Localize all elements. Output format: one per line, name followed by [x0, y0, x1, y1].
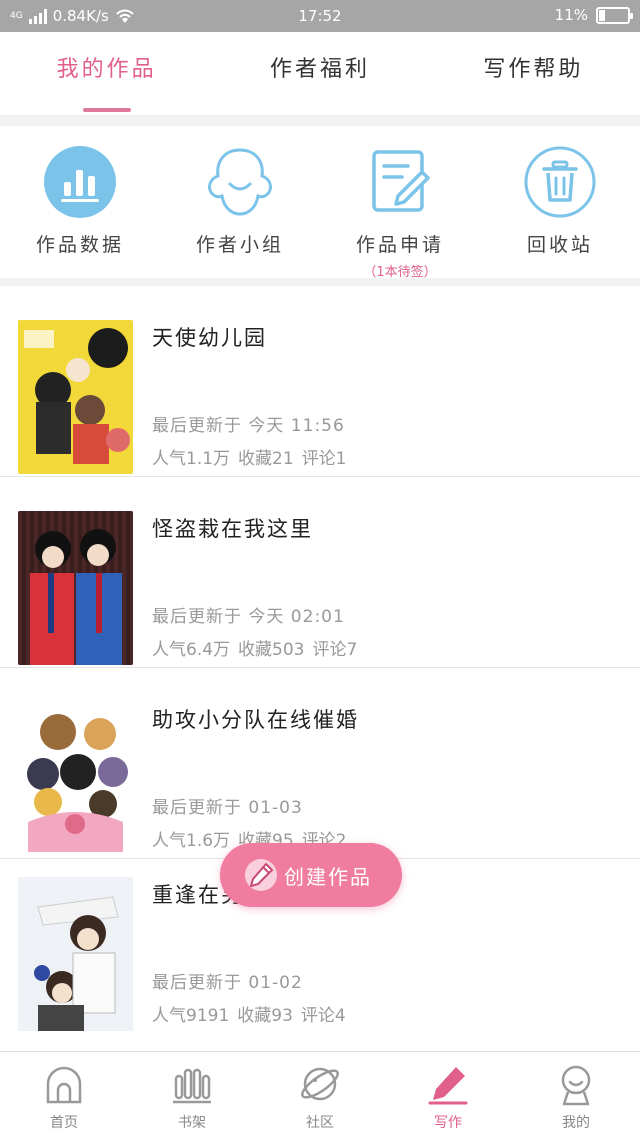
- recycle-bin-button[interactable]: 回收站: [480, 126, 640, 278]
- nav-label: 我的: [562, 1115, 590, 1131]
- quick-label: 作者小组: [195, 234, 284, 256]
- work-favorites: 收藏21: [238, 449, 294, 469]
- quick-label: 作品申请: [355, 234, 444, 256]
- tab-my-works[interactable]: 我的作品: [0, 32, 213, 115]
- works-apply-button[interactable]: 作品申请 （1本待签）: [320, 126, 480, 280]
- nav-write[interactable]: 写作: [384, 1052, 512, 1138]
- work-title: 怪盗栽在我这里: [152, 517, 313, 541]
- nav-home[interactable]: 首页: [0, 1052, 128, 1138]
- nav-bookshelf[interactable]: 书架: [128, 1052, 256, 1138]
- work-comments: 评论1: [301, 449, 347, 469]
- work-stats: 人气1.1万 收藏21 评论1: [152, 444, 355, 469]
- status-right: 11%: [554, 6, 633, 24]
- battery-level: 11%: [554, 6, 588, 24]
- work-cover: [18, 320, 133, 474]
- work-updated: 最后更新于 01-02: [152, 973, 303, 993]
- work-title: 助攻小分队在线催婚: [152, 708, 359, 732]
- work-item[interactable]: 怪盗栽在我这里 最后更新于 今天 02:01 人气6.4万 收藏503 评论7: [0, 477, 640, 668]
- works-data-button[interactable]: 作品数据: [0, 126, 160, 278]
- nav-label: 写作: [434, 1115, 462, 1131]
- work-comments: 评论4: [300, 1006, 346, 1026]
- edit-document-icon: [364, 146, 436, 218]
- work-cover: [18, 877, 133, 1031]
- pen-icon: [428, 1067, 468, 1105]
- create-work-button[interactable]: 创建作品: [220, 843, 402, 907]
- trash-icon: [524, 146, 596, 218]
- work-cover: [18, 511, 133, 665]
- work-updated: 最后更新于 01-03: [152, 798, 303, 818]
- nav-community[interactable]: 社区: [256, 1052, 384, 1138]
- home-icon: [46, 1066, 82, 1104]
- clock: 17:52: [298, 7, 342, 25]
- planet-icon: [301, 1067, 339, 1101]
- nav-profile[interactable]: 我的: [512, 1052, 640, 1138]
- quick-label: 作品数据: [35, 234, 124, 256]
- work-popularity: 人气9191: [152, 1006, 230, 1026]
- work-popularity: 人气1.6万: [152, 831, 231, 851]
- work-favorites: 收藏503: [238, 640, 305, 660]
- nav-label: 书架: [178, 1115, 206, 1131]
- top-tabs: 我的作品 作者福利 写作帮助: [0, 32, 640, 116]
- work-stats: 人气9191 收藏93 评论4: [152, 1001, 354, 1026]
- work-item[interactable]: 助攻小分队在线催婚 最后更新于 01-03 人气1.6万 收藏95 评论2: [0, 668, 640, 859]
- pencil-icon: [245, 859, 277, 891]
- group-icon: [204, 146, 276, 218]
- tab-writing-help[interactable]: 写作帮助: [427, 32, 640, 115]
- status-bar: 4G 0.84K/s 17:52 11%: [0, 0, 640, 32]
- work-item[interactable]: 天使幼儿园 最后更新于 今天 11:56 人气1.1万 收藏21 评论1: [0, 286, 640, 477]
- bottom-nav: 首页 书架 社区 写作 我的: [0, 1051, 640, 1138]
- nav-label: 首页: [50, 1115, 78, 1131]
- works-list: 天使幼儿园 最后更新于 今天 11:56 人气1.1万 收藏21 评论1 怪盗栽在我…: [0, 286, 640, 1031]
- quick-actions: 作品数据 作者小组 作品申请 （1本待签） 回收站: [0, 126, 640, 280]
- work-stats: 人气6.4万 收藏503 评论7: [152, 635, 365, 660]
- work-favorites: 收藏93: [237, 1006, 293, 1026]
- create-work-label: 创建作品: [284, 864, 372, 889]
- author-group-button[interactable]: 作者小组: [160, 126, 320, 278]
- work-updated: 最后更新于 今天 02:01: [152, 607, 345, 627]
- work-updated: 最后更新于 今天 11:56: [152, 416, 345, 436]
- battery-icon: [596, 6, 633, 24]
- nav-label: 社区: [306, 1115, 334, 1131]
- work-comments: 评论7: [312, 640, 358, 660]
- bar-chart-icon: [44, 146, 116, 218]
- work-popularity: 人气6.4万: [152, 640, 231, 660]
- quick-label: 回收站: [526, 234, 593, 256]
- tab-author-benefits[interactable]: 作者福利: [213, 32, 426, 115]
- profile-icon: [561, 1065, 591, 1106]
- divider: [0, 278, 640, 286]
- work-popularity: 人气1.1万: [152, 449, 231, 469]
- work-cover: [18, 702, 133, 856]
- work-title: 天使幼儿园: [152, 326, 267, 350]
- divider: [0, 116, 640, 126]
- bookshelf-icon: [173, 1068, 211, 1104]
